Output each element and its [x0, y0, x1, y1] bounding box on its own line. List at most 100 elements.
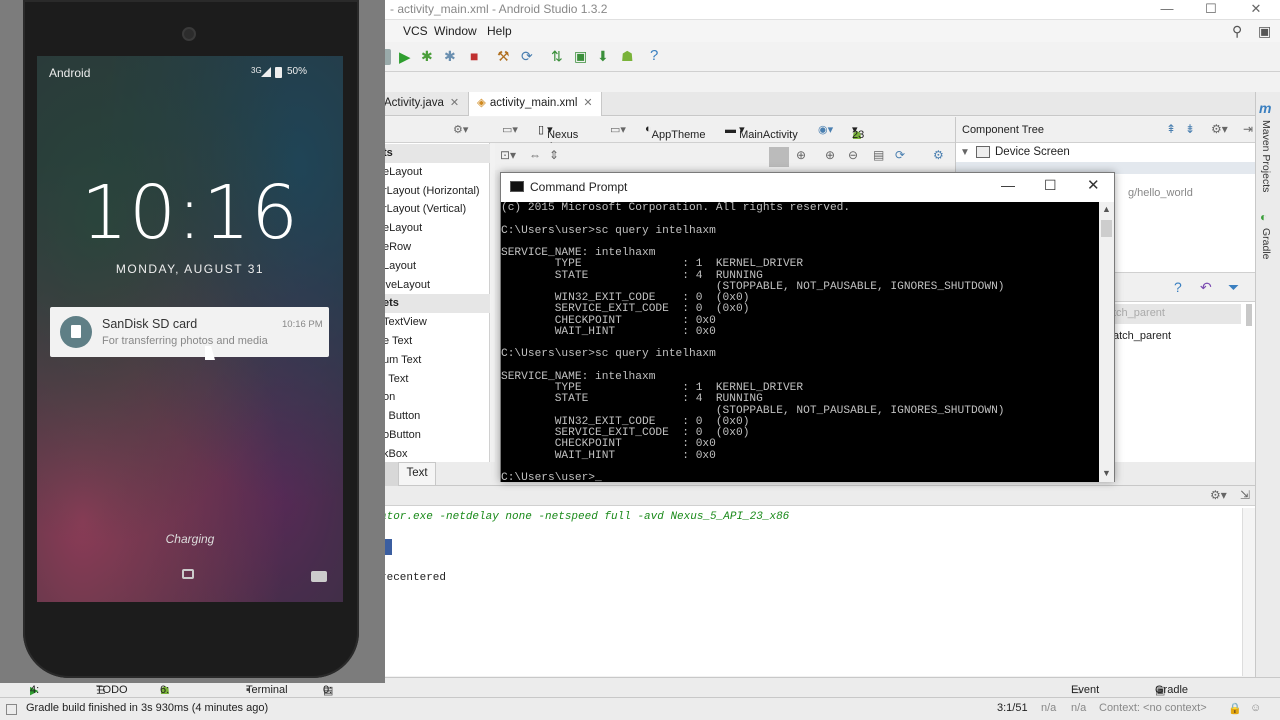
cmd-minimize-button[interactable]: — [1001, 177, 1015, 193]
palette-item[interactable]: rLayout (Vertical) [380, 200, 490, 219]
tab-activity-main-xml[interactable]: ◈ activity_main.xml ✕ [468, 92, 602, 116]
run-output-line: recentered [380, 572, 447, 584]
lock-icon[interactable]: 🔒 [1228, 702, 1242, 715]
expand-icon[interactable]: ⇔ [529, 148, 541, 162]
sd-card-notification[interactable]: SanDisk SD card For transferring photos … [50, 307, 329, 357]
context-indicator[interactable]: Context: <no context> [1099, 702, 1207, 714]
close-tab-icon[interactable]: ✕ [583, 97, 592, 109]
menu-help[interactable]: Help [487, 24, 512, 38]
run-scrollbar[interactable] [1242, 508, 1255, 676]
cursor-position[interactable]: 3:1/51 [997, 702, 1028, 714]
render-settings-icon[interactable]: ⚙ [933, 148, 944, 162]
zoom-fit-icon[interactable]: ⊡▾ [500, 148, 516, 162]
api-selector[interactable]: ☗ 23 ▾ [852, 123, 864, 142]
zoom-in-icon[interactable]: ⊕ [825, 148, 835, 162]
sync-gradle-icon[interactable]: ⇅ [551, 48, 563, 65]
orientation-icon[interactable]: ▭▾ [610, 123, 626, 136]
scroll-up-icon[interactable]: ▲ [1102, 204, 1111, 214]
gradle-icon[interactable]: ◐ [1260, 210, 1267, 224]
cmd-title-bar: Command Prompt — ☐ ✕ [501, 173, 1114, 202]
palette-section-header[interactable]: ts [380, 144, 490, 163]
maven-projects-tab[interactable]: Maven Projects [1260, 120, 1272, 192]
run-panel-settings-icon[interactable]: ⚙▾ [1210, 488, 1227, 502]
lock-icon[interactable] [182, 569, 194, 579]
palette-item[interactable]: eRow [380, 238, 490, 257]
palette-item[interactable]: Layout [380, 257, 490, 276]
properties-help-icon[interactable]: ? [1174, 279, 1182, 295]
expand-all-icon[interactable]: ⇞ [1166, 122, 1176, 136]
sync-icon[interactable]: ⟳ [521, 48, 533, 65]
palette-item[interactable]: TextView [380, 313, 490, 332]
phone-lock-screen[interactable]: Android 3G 50% 10:16 MONDAY, AUGUST 31 S… [37, 56, 343, 602]
console-line: STATE : 4 RUNNING [501, 393, 763, 406]
stop-icon[interactable]: ■ [470, 48, 478, 64]
device-selector[interactable]: ▯ Nexus 4▾ [538, 123, 578, 153]
palette-item[interactable]: oButton [380, 426, 490, 445]
minimize-button[interactable]: — [1144, 0, 1190, 20]
tab-activity-java[interactable]: Activity.java ✕ [376, 92, 467, 116]
property-row-selected[interactable]: tch_parent [1111, 304, 1241, 324]
zoom-out-icon[interactable]: ⊖ [848, 148, 858, 162]
capture-icon[interactable]: ▤ [873, 148, 884, 162]
device-screen-node[interactable]: Device Screen [995, 146, 1070, 158]
palette-item[interactable]: l Text [380, 370, 490, 389]
cmd-scrollbar[interactable]: ▲ ▼ [1099, 202, 1114, 482]
android-monitor-icon[interactable]: ☗ [621, 48, 634, 65]
zoom-to-fit-button[interactable] [769, 147, 789, 167]
menu-window[interactable]: Window [434, 24, 477, 38]
palette-item[interactable]: l Button [380, 407, 490, 426]
palette-item[interactable]: iveLayout [380, 276, 490, 295]
tree-expand-icon[interactable]: ▼ [960, 147, 970, 158]
locale-icon[interactable]: ◉▾ [818, 123, 833, 136]
avd-manager-icon[interactable]: ▣ [574, 48, 587, 65]
close-window-button[interactable]: ✕ [1233, 0, 1279, 20]
maximize-button[interactable]: ☐ [1188, 0, 1234, 20]
hide-run-panel-icon[interactable]: ⇲ [1240, 488, 1250, 502]
palette-item[interactable]: kBox [380, 445, 490, 464]
cmd-close-button[interactable]: ✕ [1087, 176, 1100, 194]
close-tab-icon[interactable]: ✕ [450, 97, 459, 109]
palette-item[interactable]: rLayout (Horizontal) [380, 182, 490, 201]
cmd-maximize-button[interactable]: ☐ [1044, 177, 1057, 194]
palette-item[interactable]: e Text [380, 332, 490, 351]
text-tab[interactable]: Text [398, 462, 436, 486]
inspector-icon[interactable]: ☺ [1250, 702, 1261, 714]
scroll-down-icon[interactable]: ▼ [1102, 468, 1111, 478]
attach-debugger-icon[interactable]: ✱ [444, 48, 456, 65]
console-line: SERVICE_NAME: intelhaxm [501, 370, 656, 383]
project-structure-icon[interactable]: ⚒ [497, 48, 510, 65]
filter-icon[interactable]: ⏷ [1228, 279, 1239, 296]
menu-vcs[interactable]: VCS [403, 24, 428, 38]
settings-icon[interactable]: ⚙▾ [453, 123, 468, 136]
palette-item[interactable]: on [380, 388, 490, 407]
palette-section-header[interactable]: ets [380, 294, 490, 314]
layout-file-icon[interactable]: ▭▾ [502, 123, 518, 136]
toggle-tool-windows-icon[interactable] [6, 704, 17, 715]
search-everywhere-icon[interactable]: ⚲ [1232, 23, 1242, 40]
maven-icon[interactable]: m [1259, 100, 1271, 116]
expand-vertical-icon[interactable]: ⇕ [549, 148, 559, 162]
line-separator[interactable]: n/a [1041, 702, 1056, 714]
gradle-tab[interactable]: Gradle [1260, 228, 1272, 260]
encoding[interactable]: n/a [1071, 702, 1086, 714]
zoom-actual-icon[interactable]: ⊕ [796, 148, 806, 162]
run-icon[interactable]: ▶ [399, 48, 411, 66]
debug-icon[interactable]: ✱ [421, 48, 433, 65]
palette-item[interactable]: um Text [380, 351, 490, 370]
palette-item[interactable]: eLayout [380, 219, 490, 238]
sdk-manager-icon[interactable]: ▣ [1258, 23, 1271, 40]
properties-scrollbar[interactable] [1246, 304, 1252, 326]
camera-shortcut-icon[interactable] [311, 571, 327, 582]
tree-settings-icon[interactable]: ⚙▾ [1211, 122, 1228, 136]
sdk-icon[interactable]: ⬇ [597, 48, 609, 65]
cmd-scroll-thumb[interactable] [1101, 220, 1112, 237]
restore-default-icon[interactable]: ↶ [1200, 279, 1212, 296]
cmd-console[interactable]: (c) 2015 Microsoft Corporation. All righ… [501, 202, 1099, 482]
theme-selector[interactable]: ◐ AppTheme [645, 123, 705, 141]
collapse-all-icon[interactable]: ⇟ [1185, 122, 1195, 136]
refresh-icon[interactable]: ⟳ [895, 148, 905, 162]
help-icon[interactable]: ? [650, 47, 658, 64]
palette-item[interactable]: eLayout [380, 163, 490, 182]
hide-panel-icon[interactable]: ⇥ [1243, 122, 1253, 136]
activity-selector[interactable]: ▬ MainActivity ▾ [725, 123, 798, 141]
